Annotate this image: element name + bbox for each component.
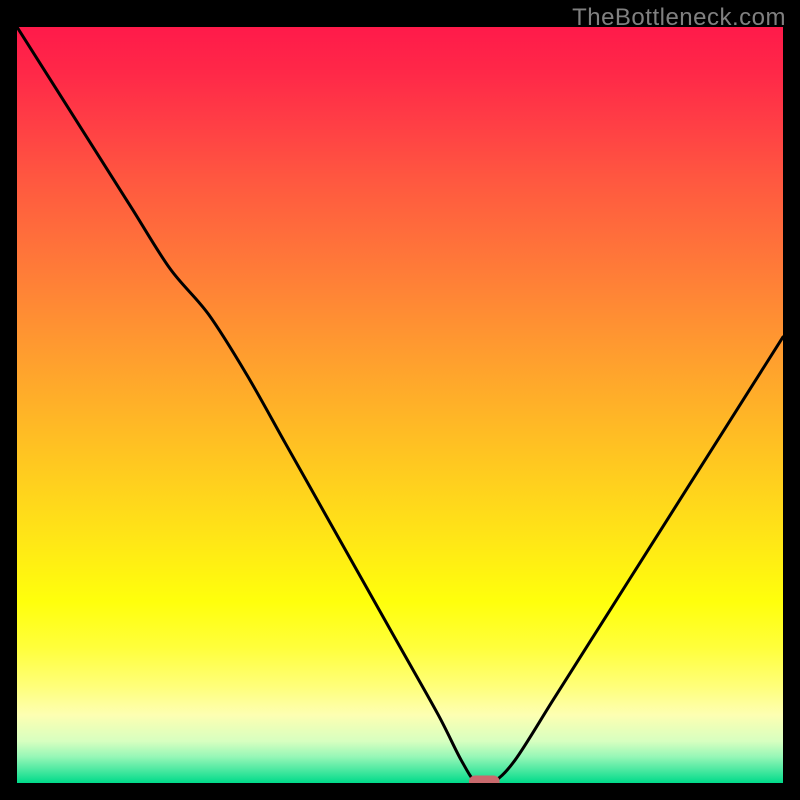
bottleneck-chart	[17, 27, 783, 783]
watermark-text: TheBottleneck.com	[572, 4, 786, 32]
